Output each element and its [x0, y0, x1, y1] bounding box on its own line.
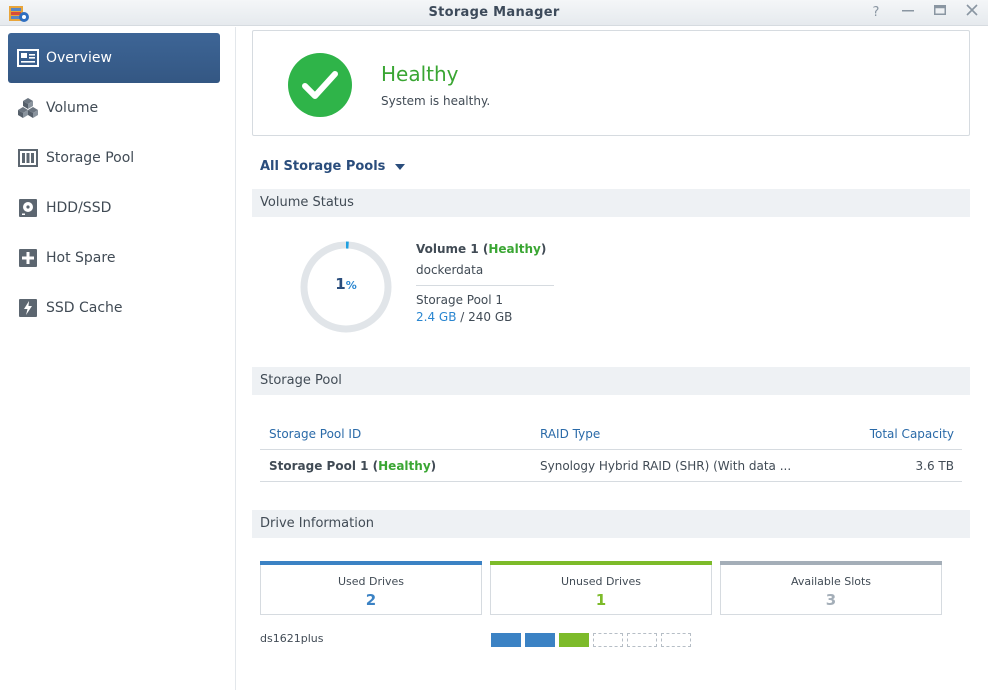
volume-description: dockerdata — [416, 263, 554, 286]
pool-id-cell: Storage Pool 1 (Healthy) — [269, 458, 437, 473]
sidebar: Overview Volume Storage Pool HDD/SSD Hot… — [0, 27, 236, 690]
sidebar-item-label: Storage Pool — [46, 150, 135, 166]
help-button[interactable]: ? — [867, 4, 885, 22]
used-drives-label: Used Drives — [337, 575, 405, 588]
storage-pool-table: Storage Pool ID RAID Type Total Capacity… — [260, 418, 962, 482]
close-icon — [966, 4, 978, 16]
volume-total: 240 GB — [468, 310, 513, 324]
volume-used: 2.4 GB — [416, 310, 457, 324]
unused-drives-card: Unused Drives 1 — [490, 561, 712, 615]
storage-pool-heading: Storage Pool — [252, 367, 970, 395]
sidebar-item-label: Hot Spare — [46, 250, 116, 266]
sidebar-item-storage-pool[interactable]: Storage Pool — [8, 133, 220, 183]
hot-spare-icon — [17, 247, 39, 269]
usage-unit: % — [345, 279, 357, 292]
drive-information-heading: Drive Information — [252, 510, 970, 538]
raid-type-cell: Synology Hybrid RAID (SHR) (With data ..… — [540, 458, 792, 473]
unused-drives-label: Unused Drives — [560, 575, 642, 588]
sidebar-item-label: HDD/SSD — [46, 200, 112, 216]
column-header-total-capacity[interactable]: Total Capacity — [830, 427, 962, 441]
minimize-icon — [902, 10, 914, 12]
ssd-cache-icon — [17, 297, 39, 319]
volume-status-heading: Volume Status — [252, 189, 970, 217]
minimize-button[interactable] — [899, 4, 917, 22]
capacity-cell: 3.6 TB — [915, 458, 954, 473]
capacity-separator: / — [456, 310, 469, 324]
pool-id: Storage Pool 1 — [269, 458, 369, 473]
volume-usage-percent: 1% — [298, 275, 394, 293]
used-drives-bar — [260, 561, 482, 565]
sidebar-item-label: Volume — [46, 100, 99, 116]
column-header-pool-id[interactable]: Storage Pool ID — [260, 427, 540, 441]
storage-pool-icon — [17, 147, 39, 169]
volume-name: Volume 1 — [416, 242, 479, 256]
window-title: Storage Manager — [428, 5, 560, 20]
drive-slots — [491, 633, 695, 647]
close-button[interactable] — [963, 4, 981, 22]
sidebar-item-hot-spare[interactable]: Hot Spare — [8, 233, 220, 283]
unused-drives-bar — [490, 561, 712, 565]
table-header-row: Storage Pool ID RAID Type Total Capacity — [260, 418, 962, 450]
volume-pool: Storage Pool 1 — [416, 293, 504, 307]
caret-down-icon — [395, 163, 406, 170]
drive-slot-used[interactable] — [525, 633, 555, 647]
device-name: ds1621plus — [260, 632, 324, 645]
drive-slot-used[interactable] — [491, 633, 521, 647]
maximize-icon — [934, 5, 946, 15]
sidebar-item-overview[interactable]: Overview — [8, 33, 220, 83]
sidebar-item-label: SSD Cache — [46, 300, 123, 316]
health-message: System is healthy. — [381, 94, 491, 108]
table-row[interactable]: Storage Pool 1 (Healthy) Synology Hybrid… — [260, 450, 962, 482]
available-slots-value: 3 — [825, 591, 837, 609]
pool-selector-label: All Storage Pools — [260, 159, 386, 174]
volume-state: Healthy — [488, 242, 541, 256]
used-drives-card: Used Drives 2 — [260, 561, 482, 615]
health-check-icon — [288, 53, 352, 117]
pool-state: Healthy — [378, 458, 431, 473]
volume-icon — [17, 97, 39, 119]
hdd-icon — [17, 197, 39, 219]
drive-slot-empty[interactable] — [627, 633, 657, 647]
used-drives-value: 2 — [365, 591, 377, 609]
title-bar: Storage Manager ? — [0, 0, 988, 26]
usage-number: 1 — [335, 275, 346, 293]
available-slots-label: Available Slots — [790, 575, 872, 588]
overview-icon — [17, 47, 39, 69]
volume-capacity: 2.4 GB / 240 GB — [416, 310, 554, 324]
health-card: Healthy System is healthy. — [252, 30, 970, 136]
sidebar-item-volume[interactable]: Volume — [8, 83, 220, 133]
sidebar-item-ssd-cache[interactable]: SSD Cache — [8, 283, 220, 333]
available-slots-card: Available Slots 3 — [720, 561, 942, 615]
column-header-raid-type[interactable]: RAID Type — [540, 427, 830, 441]
drive-slot-empty[interactable] — [593, 633, 623, 647]
drive-slot-empty[interactable] — [661, 633, 691, 647]
maximize-button[interactable] — [931, 4, 949, 22]
available-slots-bar — [720, 561, 942, 565]
unused-drives-value: 1 — [595, 591, 607, 609]
volume-info: Volume 1 (Healthy) dockerdata Storage Po… — [416, 242, 554, 324]
sidebar-item-hdd-ssd[interactable]: HDD/SSD — [8, 183, 220, 233]
volume-title: Volume 1 (Healthy) — [416, 242, 547, 256]
sidebar-item-label: Overview — [46, 50, 112, 66]
health-status: Healthy — [381, 62, 459, 86]
storage-pool-selector[interactable]: All Storage Pools — [260, 159, 406, 174]
drive-slot-unused[interactable] — [559, 633, 589, 647]
